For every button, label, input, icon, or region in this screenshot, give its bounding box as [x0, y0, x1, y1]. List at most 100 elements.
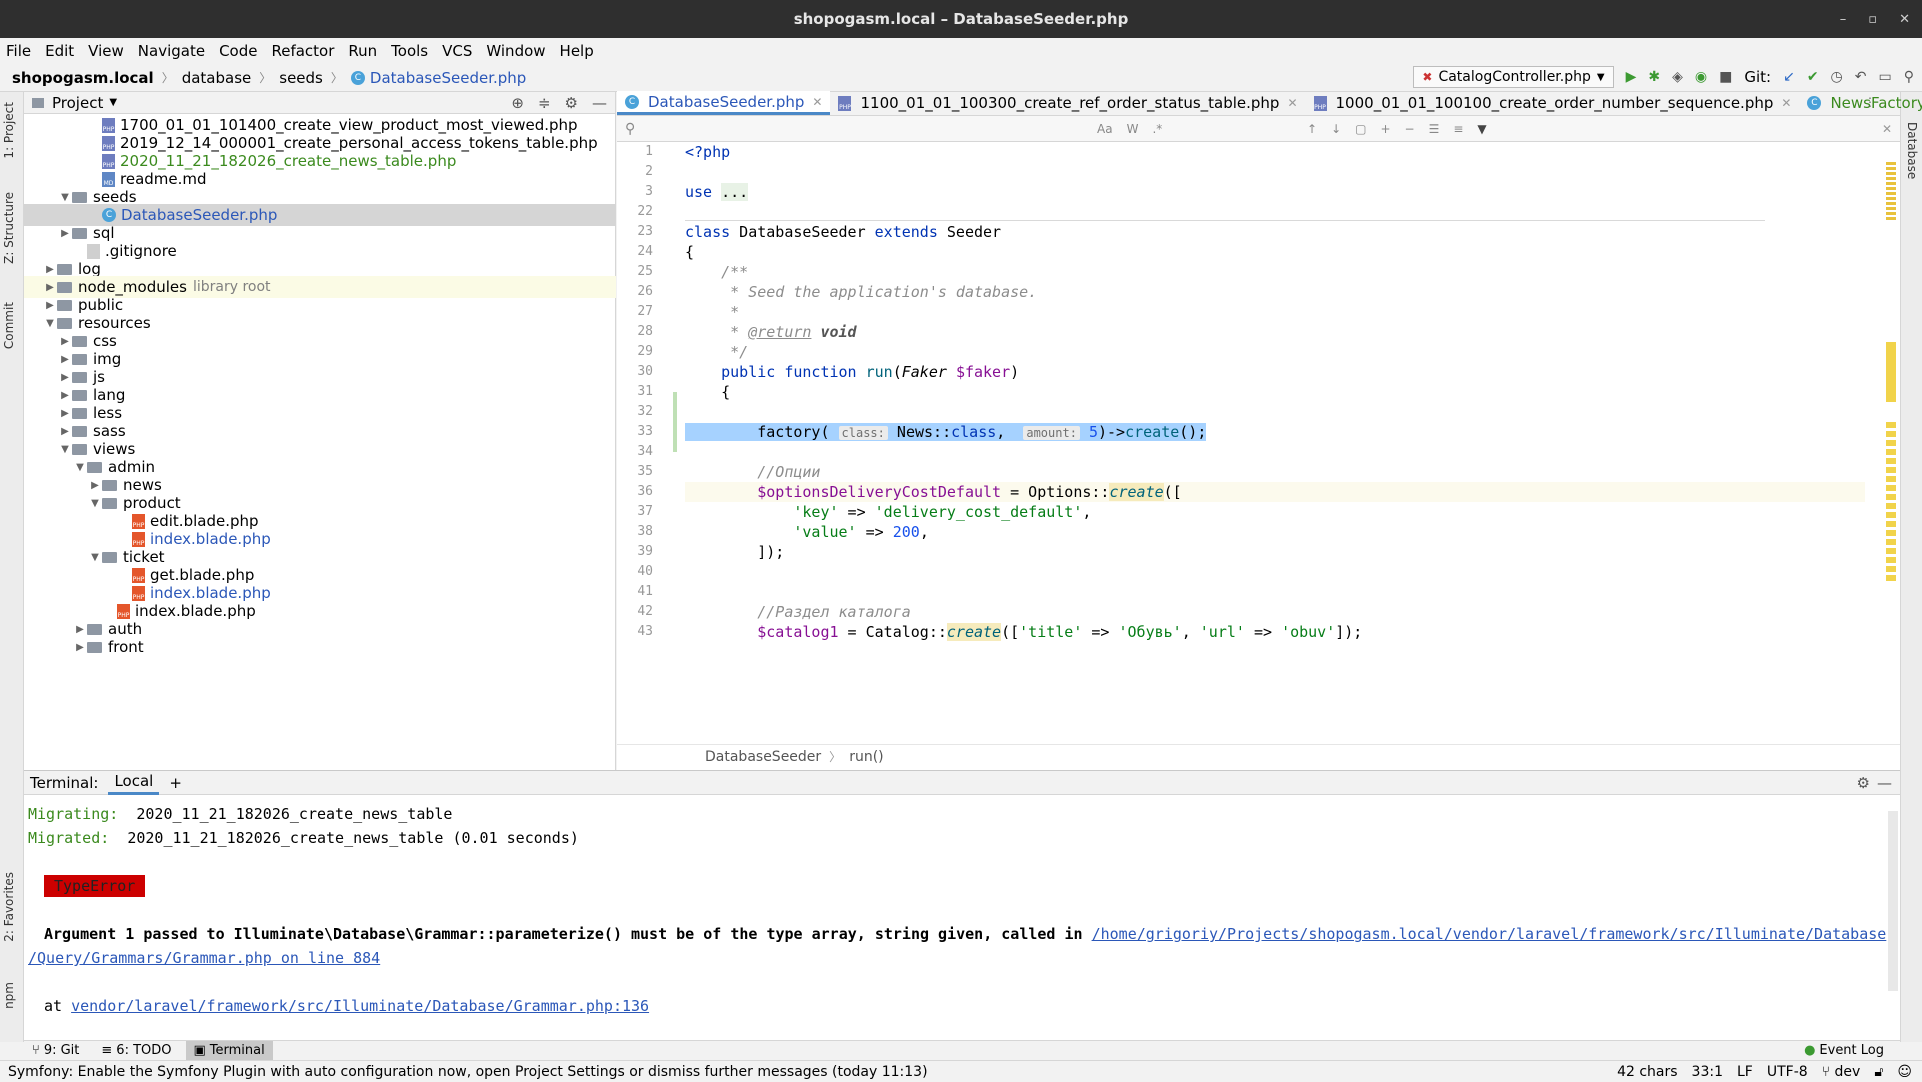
lock-icon[interactable]: 🔓︎ [1874, 1064, 1883, 1080]
chevron-down-icon[interactable]: ▼ [58, 444, 72, 455]
menu-navigate[interactable]: Navigate [138, 42, 205, 60]
chevron-right-icon[interactable]: ▶ [43, 300, 57, 311]
status-message[interactable]: Symfony: Enable the Symfony Plugin with … [8, 1064, 928, 1080]
code-view[interactable]: <?php use ... class DatabaseSeeder exten… [685, 142, 1865, 736]
tree-folder[interactable]: ▶ front [24, 636, 616, 658]
window-layout-icon[interactable]: ▭ [1879, 69, 1892, 85]
project-panel-title[interactable]: Project [52, 94, 103, 112]
chevron-right-icon[interactable]: ▶ [58, 228, 72, 239]
chevron-down-icon[interactable]: ▼ [58, 192, 72, 203]
tab-list-icon[interactable]: ⋮ [1864, 95, 1876, 109]
git-history-icon[interactable]: ◷ [1831, 69, 1843, 85]
commit-tool-tab[interactable]: Commit [2, 302, 16, 349]
chevron-right-icon[interactable]: ▶ [58, 372, 72, 383]
chevron-right-icon[interactable]: ▶ [58, 336, 72, 347]
file-link[interactable]: /home/grigoriy/Projects/shopogasm.local/… [1092, 925, 1887, 943]
menu-help[interactable]: Help [560, 42, 594, 60]
menu-file[interactable]: File [6, 42, 31, 60]
multiline-icon[interactable]: ≡ [1453, 122, 1463, 136]
caret-position[interactable]: 33:1 [1692, 1064, 1723, 1080]
event-log-button[interactable]: ● Event Log [1796, 1041, 1892, 1061]
editor-tab[interactable]: PHP 1000_01_01_100100_create_order_number… [1306, 91, 1800, 115]
breadcrumb-class[interactable]: DatabaseSeeder [705, 749, 821, 765]
hide-icon[interactable]: — [592, 94, 607, 112]
vcs-change-marker[interactable] [673, 392, 677, 452]
todo-tool-button[interactable]: ≡ 6: TODO [93, 1041, 179, 1061]
gear-icon[interactable]: ⚙ [565, 94, 578, 112]
git-tool-button[interactable]: ⑂ 9: Git [24, 1041, 87, 1061]
editor-tab[interactable]: CNewsFactory.php✕ [1799, 91, 1922, 115]
search-icon[interactable]: ⚲ [1904, 69, 1914, 85]
project-tool-tab[interactable]: 1: Project [2, 102, 16, 159]
chevron-right-icon[interactable]: ▶ [43, 282, 57, 293]
arrow-up-icon[interactable]: ↑ [1307, 122, 1317, 136]
chevron-right-icon[interactable]: ▶ [58, 426, 72, 437]
stop-icon[interactable]: ■ [1719, 69, 1732, 85]
new-terminal-button[interactable]: + [169, 774, 182, 792]
chevron-right-icon[interactable]: ▶ [88, 480, 102, 491]
menu-view[interactable]: View [88, 42, 124, 60]
close-tab-icon[interactable]: ✕ [1781, 96, 1791, 110]
run-configuration-select[interactable]: ✖ CatalogController.php ▼ [1413, 66, 1614, 88]
run-icon[interactable]: ▶ [1626, 69, 1637, 85]
terminal-scrollbar[interactable] [1888, 811, 1898, 991]
menu-code[interactable]: Code [219, 42, 257, 60]
git-update-icon[interactable]: ↙ [1783, 69, 1795, 85]
gear-icon[interactable]: ⚙ [1857, 774, 1870, 792]
arrow-down-icon[interactable]: ↓ [1331, 122, 1341, 136]
select-all-icon[interactable]: ▢ [1355, 122, 1366, 136]
chevron-down-icon[interactable]: ▼ [88, 552, 102, 563]
file-encoding[interactable]: UTF-8 [1767, 1064, 1808, 1080]
maximize-button[interactable]: ▫ [1868, 12, 1877, 27]
chevron-right-icon[interactable]: ▶ [43, 264, 57, 275]
chevron-right-icon[interactable]: ▶ [58, 390, 72, 401]
menu-refactor[interactable]: Refactor [271, 42, 334, 60]
breadcrumb-method[interactable]: run() [849, 749, 883, 765]
close-search-icon[interactable]: ✕ [1882, 122, 1892, 136]
chevron-down-icon[interactable]: ▼ [88, 498, 102, 509]
structure-tool-tab[interactable]: Z: Structure [2, 192, 16, 264]
editor-tab[interactable]: C DatabaseSeeder.php ✕ [617, 91, 831, 115]
chevron-right-icon[interactable]: ▶ [58, 354, 72, 365]
breadcrumb-seeds[interactable]: seeds [279, 69, 323, 87]
close-tab-icon[interactable]: ✕ [1287, 96, 1297, 110]
regex-option[interactable]: .* [1152, 122, 1162, 136]
locate-icon[interactable]: ⊕ [511, 94, 524, 112]
menu-vcs[interactable]: VCS [442, 42, 472, 60]
line-separator[interactable]: LF [1737, 1064, 1753, 1080]
whole-words-option[interactable]: W [1127, 122, 1139, 136]
chevron-down-icon[interactable]: ▼ [43, 318, 57, 329]
minimize-button[interactable]: – [1840, 12, 1847, 27]
close-button[interactable]: ✕ [1899, 12, 1910, 27]
chevron-right-icon[interactable]: ▶ [58, 408, 72, 419]
breadcrumb-file[interactable]: DatabaseSeeder.php [370, 69, 526, 87]
menu-window[interactable]: Window [486, 42, 545, 60]
menu-edit[interactable]: Edit [45, 42, 74, 60]
chevron-right-icon[interactable]: ▶ [73, 624, 87, 635]
file-link[interactable]: vendor/laravel/framework/src/Illuminate/… [71, 997, 649, 1015]
menu-run[interactable]: Run [348, 42, 377, 60]
filter-icon[interactable]: ▼ [1477, 122, 1486, 136]
profile-icon[interactable]: ◉ [1695, 69, 1707, 85]
remove-occurrence-icon[interactable]: − [1405, 122, 1415, 136]
git-rollback-icon[interactable]: ↶ [1855, 69, 1867, 85]
collapse-all-icon[interactable]: ≑ [538, 94, 551, 112]
inspector-icon[interactable]: ☺ [1897, 1064, 1912, 1080]
terminal-tab-local[interactable]: Local [108, 771, 160, 795]
match-case-option[interactable]: Aa [1097, 122, 1113, 136]
hide-icon[interactable]: — [1877, 774, 1892, 792]
npm-tool-tab[interactable]: npm [2, 982, 16, 1009]
chevron-right-icon[interactable]: ▶ [73, 642, 87, 653]
add-occurrence-icon[interactable]: + [1380, 122, 1390, 136]
close-tab-icon[interactable]: ✕ [812, 95, 822, 109]
terminal-tool-button[interactable]: ▣ Terminal [185, 1040, 273, 1061]
database-tool-tab[interactable]: Database [1905, 122, 1919, 179]
git-commit-icon[interactable]: ✔ [1807, 69, 1819, 85]
chevron-down-icon[interactable]: ▼ [109, 97, 117, 108]
editor-tab[interactable]: PHP 1100_01_01_100300_create_ref_order_st… [830, 91, 1305, 115]
debug-icon[interactable]: ✱ [1648, 69, 1660, 85]
coverage-icon[interactable]: ◈ [1672, 69, 1683, 85]
breadcrumb-database[interactable]: database [182, 69, 252, 87]
git-branch[interactable]: ⑂ dev [1822, 1064, 1861, 1080]
file-link[interactable]: /Query/Grammars/Grammar.php on line 884 [28, 949, 380, 967]
